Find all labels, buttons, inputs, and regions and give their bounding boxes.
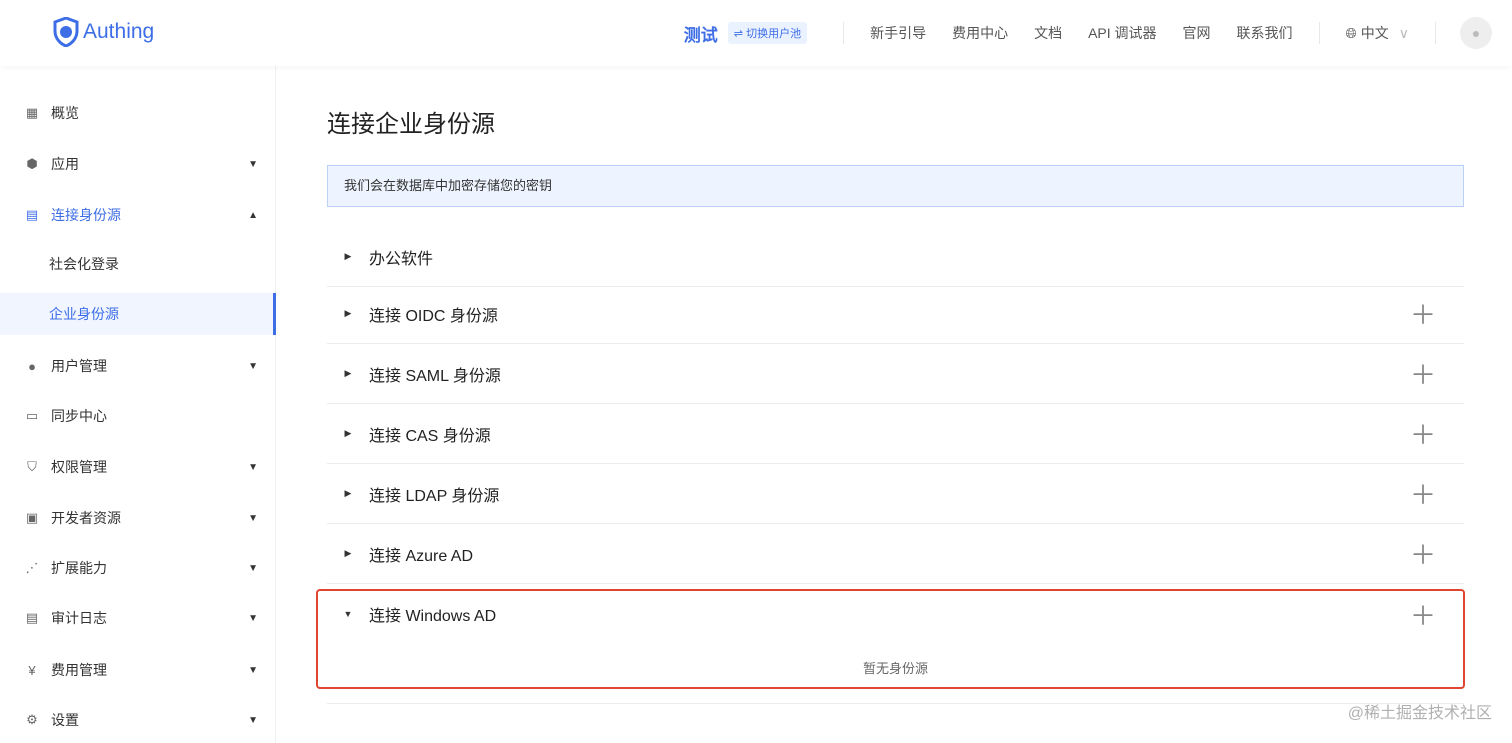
sidebar-item[interactable]: ▣ 开发者资源 ▼ (0, 497, 276, 539)
nav-link[interactable]: 联系我们 (1237, 23, 1293, 43)
logo-text: Authing (83, 20, 155, 43)
code-icon: ▣ (25, 510, 39, 525)
globe-icon: 🌐︎ (1345, 24, 1357, 41)
sidebar-item[interactable]: ⬢ 应用 ▼ (0, 143, 276, 185)
row-label: 连接 OIDC 身份源 (369, 307, 498, 325)
sidebar-item-label: 费用管理 (51, 662, 107, 678)
caret-right-icon: ▶ (344, 368, 352, 378)
watermark: @稀土掘金技术社区 (1347, 705, 1492, 722)
caret-right-icon: ▶ (344, 251, 352, 261)
caret-right-icon: ▶ (344, 308, 352, 318)
sidebar-item[interactable]: ▭ 同步中心 (0, 395, 276, 437)
user-pool-name[interactable]: 测试 (684, 21, 718, 46)
idp-category-row[interactable]: ▶ 连接 Azure AD ＋ (327, 524, 1464, 584)
top-header: Authing 测试 ⇌ 切换用户池 新手引导 费用中心 文档 API 调试器 官网 联系… (0, 0, 1512, 66)
sidebar-item[interactable]: ⚙ 设置 ▼ (0, 699, 276, 741)
idp-category-row[interactable]: ▶ 连接 LDAP 身份源 ＋ (327, 464, 1464, 524)
row-label: 连接 Azure AD (369, 547, 474, 565)
nav-link[interactable]: 官网 (1183, 23, 1211, 43)
cube-icon: ⬢ (26, 156, 38, 171)
idp-category-row[interactable]: ▶ 连接 SAML 身份源 ＋ (327, 344, 1464, 404)
empty-state: 暂无身份源 (862, 661, 928, 676)
user-icon: ● (28, 358, 36, 374)
authing-logo[interactable]: Authing (53, 17, 154, 47)
info-alert: 我们会在数据库中加密存储您的密钥 (327, 165, 1464, 207)
idp-category-row[interactable]: ▶ 连接 CAS 身份源 ＋ (327, 404, 1464, 464)
chevron-down-icon: ▼ (248, 158, 258, 170)
sidebar-item-label: 用户管理 (51, 358, 107, 374)
sidebar-item-label: 连接身份源 (51, 207, 121, 223)
row-label: 连接 LDAP 身份源 (369, 487, 500, 505)
switch-pool-button[interactable]: ⇌ 切换用户池 (727, 22, 808, 44)
swap-icon: ⇌ (733, 28, 747, 40)
sync-icon: ▭ (25, 408, 39, 423)
add-icon[interactable]: ＋ (1410, 295, 1436, 332)
id-card-icon: ▤ (25, 207, 39, 222)
idp-category-row[interactable]: ▶ 办公软件 (327, 227, 1464, 287)
sidebar-item[interactable]: ● 用户管理 ▼ (0, 345, 276, 387)
sidebar-item[interactable]: ⛉ 权限管理 ▼ (0, 446, 276, 488)
add-icon[interactable]: ＋ (1410, 355, 1436, 392)
avatar[interactable]: ● (1460, 17, 1492, 49)
chevron-down-icon: ▼ (248, 461, 258, 473)
caret-right-icon: ▶ (344, 428, 352, 438)
chevron-down-icon: ▼ (248, 664, 258, 676)
sidebar-item-label: 同步中心 (51, 408, 107, 424)
sidebar-item[interactable]: ⋰ 扩展能力 ▼ (0, 547, 276, 589)
sidebar-item-label: 设置 (51, 712, 79, 728)
sidebar-item-label: 权限管理 (51, 459, 107, 475)
sidebar-item[interactable]: 企业身份源 (0, 293, 276, 335)
chevron-down-icon: ▼ (248, 360, 258, 372)
sidebar-item-label: 扩展能力 (51, 560, 107, 576)
divider (327, 703, 1464, 704)
add-icon[interactable]: ＋ (1410, 415, 1436, 452)
chevron-down-icon: ▼ (248, 612, 258, 624)
nav-link[interactable]: 费用中心 (952, 23, 1008, 43)
sidebar-item-label: 应用 (51, 156, 79, 172)
sidebar-item[interactable]: ▦ 概览 (0, 92, 276, 134)
language-select[interactable]: 🌐︎ 中文 ∨ (1346, 23, 1409, 43)
shield-logo-icon (53, 17, 79, 47)
sidebar-item-label: 社会化登录 (49, 256, 119, 272)
nav-link[interactable]: 新手引导 (870, 23, 926, 43)
dashboard-icon: ▦ (25, 105, 39, 120)
sidebar-item[interactable]: 社会化登录 (0, 243, 276, 285)
nav-link[interactable]: 文档 (1034, 23, 1062, 43)
gear-icon: ⚙ (26, 712, 38, 727)
sidebar-item[interactable]: ▤ 审计日志 ▼ (0, 597, 276, 639)
nav-link[interactable]: API 调试器 (1088, 23, 1156, 43)
chevron-down-icon: ▼ (248, 562, 258, 574)
chevron-down-icon: ▼ (248, 714, 258, 726)
sidebar-item-label: 企业身份源 (49, 306, 119, 322)
sidebar: ▦ 概览 ⬢ 应用 ▼ ▤ 连接身份源 ▲ 社会化登录企业身份源 ● 用户管理 ▼ ▭ 同步中心 ⛉ 权限管理… (0, 66, 276, 743)
row-label: 办公软件 (369, 250, 434, 268)
share-icon: ⋰ (25, 560, 39, 575)
yen-icon: ¥ (28, 662, 36, 678)
row-label: 连接 SAML 身份源 (369, 367, 501, 385)
caret-right-icon: ▶ (344, 548, 352, 558)
divider (1318, 22, 1320, 44)
shield-icon: ⛉ (27, 459, 37, 474)
idp-category-row[interactable]: ▶ 连接 OIDC 身份源 ＋ (327, 284, 1464, 344)
sidebar-item[interactable]: ¥ 费用管理 ▼ (0, 649, 276, 691)
divider (1435, 22, 1436, 44)
caret-right-icon: ▶ (344, 488, 352, 498)
sidebar-item-label: 开发者资源 (51, 510, 121, 526)
add-icon[interactable]: ＋ (1410, 535, 1436, 572)
sidebar-item[interactable]: ▤ 连接身份源 ▲ (0, 194, 276, 236)
page-title: 连接企业身份源 (327, 111, 495, 138)
divider (843, 22, 845, 44)
row-label: 连接 CAS 身份源 (369, 427, 491, 445)
log-icon: ▤ (25, 610, 39, 625)
add-icon[interactable]: ＋ (1410, 475, 1436, 512)
chevron-down-icon: ▼ (248, 512, 258, 524)
sidebar-item-label: 概览 (51, 105, 79, 121)
chevron-down-icon: ∨ (1398, 24, 1409, 41)
chevron-up-icon: ▲ (248, 209, 258, 221)
sidebar-item-label: 审计日志 (51, 610, 107, 626)
